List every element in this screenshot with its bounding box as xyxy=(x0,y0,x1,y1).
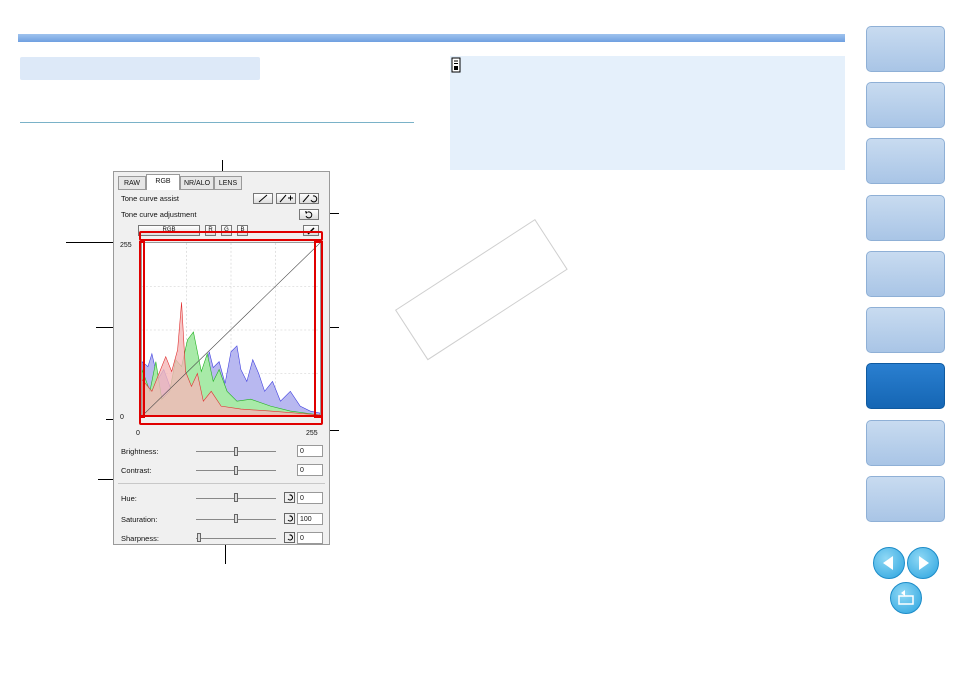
brightness-slider-thumb[interactable] xyxy=(234,447,238,456)
saturation-reset-button[interactable] xyxy=(284,513,295,524)
nav-button-4[interactable] xyxy=(866,195,945,241)
nav-button-1[interactable] xyxy=(866,26,945,72)
nav-button-9[interactable] xyxy=(866,476,945,522)
highlight-right-frame xyxy=(314,241,323,418)
hist-max-label: 255 xyxy=(120,242,132,249)
histogram-graph[interactable] xyxy=(141,242,321,417)
brightness-label: Brightness: xyxy=(121,447,159,456)
reset-icon xyxy=(305,211,313,219)
contrast-label: Contrast: xyxy=(121,466,152,475)
note-box xyxy=(450,56,845,170)
nav-button-2[interactable] xyxy=(866,82,945,128)
section-heading-bar xyxy=(20,57,260,80)
hist-min-label: 0 xyxy=(120,414,124,421)
tone-curve-assist-label: Tone curve assist xyxy=(121,194,179,203)
reset-icon xyxy=(287,534,293,541)
sharpness-slider-thumb[interactable] xyxy=(197,533,201,542)
tone-assist-standard-button[interactable] xyxy=(253,193,273,204)
reset-icon xyxy=(287,515,293,522)
axis-right-label: 255 xyxy=(306,430,318,437)
reset-icon xyxy=(287,494,293,501)
axis-left-label: 0 xyxy=(136,430,140,437)
memo-icon xyxy=(451,57,461,73)
tone-assist-reset-button[interactable] xyxy=(299,193,319,204)
sharpness-slider-track[interactable] xyxy=(196,538,276,539)
heading-underline xyxy=(20,122,414,123)
contrast-slider-thumb[interactable] xyxy=(234,466,238,475)
contrast-value[interactable]: 0 xyxy=(297,464,323,476)
saturation-value[interactable]: 100 xyxy=(297,513,323,525)
tab-rgb[interactable]: RGB xyxy=(146,174,180,190)
brightness-value[interactable]: 0 xyxy=(297,445,323,457)
nav-button-3[interactable] xyxy=(866,138,945,184)
hue-slider-thumb[interactable] xyxy=(234,493,238,502)
saturation-label: Saturation: xyxy=(121,515,158,524)
curve-reset-icon xyxy=(302,194,318,203)
nav-button-6[interactable] xyxy=(866,307,945,353)
nav-button-7-active[interactable] xyxy=(866,363,945,409)
prev-page-button[interactable] xyxy=(873,547,905,579)
next-arrow-icon xyxy=(919,556,929,570)
hue-reset-button[interactable] xyxy=(284,492,295,503)
tone-assist-high-button[interactable] xyxy=(276,193,296,204)
sharpness-value[interactable]: 0 xyxy=(297,532,323,544)
highlight-bottom-frame xyxy=(139,415,323,425)
rgb-adjust-panel: RAW RGB NR/ALO LENS Tone curve assist To… xyxy=(113,171,330,545)
curve-plus-icon xyxy=(279,194,293,203)
hue-value[interactable]: 0 xyxy=(297,492,323,504)
tone-curve-adjustment-label: Tone curve adjustment xyxy=(121,210,197,219)
tab-lens[interactable]: LENS xyxy=(214,176,242,190)
hue-label: Hue: xyxy=(121,494,137,503)
prev-arrow-icon xyxy=(883,556,893,570)
highlight-left-frame xyxy=(139,241,145,418)
highlight-top-frame xyxy=(139,231,323,241)
return-button[interactable] xyxy=(890,582,922,614)
next-page-button[interactable] xyxy=(907,547,939,579)
tab-nr-alo[interactable]: NR/ALO xyxy=(180,176,214,190)
copy-watermark xyxy=(395,219,568,361)
divider xyxy=(118,483,325,484)
sharpness-label: Sharpness: xyxy=(121,534,159,543)
nav-button-5[interactable] xyxy=(866,251,945,297)
return-icon xyxy=(898,590,914,605)
tab-raw[interactable]: RAW xyxy=(118,176,146,190)
nav-button-8[interactable] xyxy=(866,420,945,466)
curve-icon xyxy=(258,194,268,203)
saturation-slider-thumb[interactable] xyxy=(234,514,238,523)
tone-curve-reset-button[interactable] xyxy=(299,209,319,220)
sharpness-reset-button[interactable] xyxy=(284,532,295,543)
top-accent-bar xyxy=(18,34,845,42)
